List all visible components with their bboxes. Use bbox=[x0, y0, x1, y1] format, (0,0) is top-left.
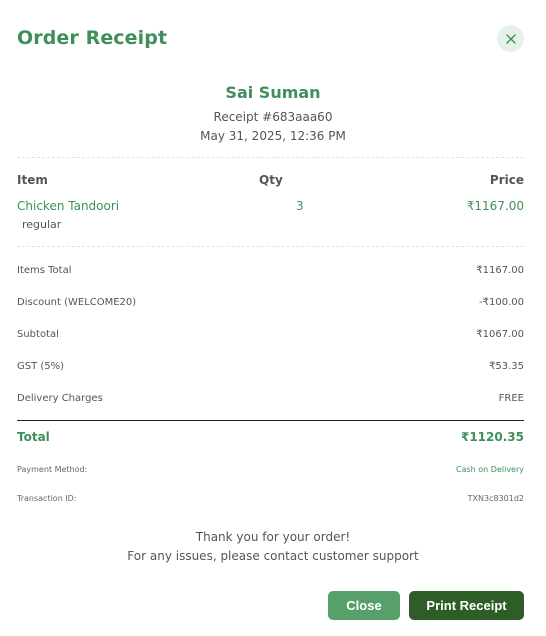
thank-you-message: Thank you for your order! bbox=[195, 530, 351, 544]
print-receipt-button[interactable]: Print Receipt bbox=[409, 591, 524, 620]
gst-label: GST (5%) bbox=[17, 361, 65, 372]
discount-label: Discount (WELCOME20) bbox=[17, 297, 137, 308]
total-value: ₹1120.35 bbox=[460, 430, 524, 444]
item-quantity: 3 bbox=[296, 199, 304, 213]
close-button[interactable]: Close bbox=[328, 591, 400, 620]
delivery-charges-value: FREE bbox=[498, 393, 524, 404]
subtotal-value: ₹1067.00 bbox=[476, 329, 524, 340]
subtotal-label: Subtotal bbox=[17, 329, 59, 340]
receipt-date: May 31, 2025, 12:36 PM bbox=[200, 129, 346, 143]
x-icon bbox=[505, 33, 516, 44]
receipt-number: Receipt #683aaa60 bbox=[213, 110, 333, 124]
support-message: For any issues, please contact customer … bbox=[127, 549, 419, 563]
item-name: Chicken Tandoori bbox=[17, 199, 120, 213]
divider bbox=[17, 246, 524, 247]
customer-name: Sai Suman bbox=[225, 83, 321, 102]
item-price: ₹1167.00 bbox=[466, 199, 524, 213]
transaction-id-value: TXN3c8301d2 bbox=[467, 494, 524, 503]
delivery-charges-label: Delivery Charges bbox=[17, 393, 103, 404]
transaction-id-label: Transaction ID: bbox=[17, 494, 77, 503]
column-header-item: Item bbox=[17, 173, 48, 187]
payment-method-value: Cash on Delivery bbox=[456, 465, 524, 474]
items-total-label: Items Total bbox=[17, 265, 72, 276]
divider bbox=[17, 157, 524, 158]
total-label: Total bbox=[17, 430, 50, 444]
modal-title: Order Receipt bbox=[17, 27, 168, 49]
close-icon[interactable] bbox=[497, 25, 524, 52]
total-divider bbox=[17, 420, 524, 421]
payment-method-label: Payment Method: bbox=[17, 465, 88, 474]
item-variant: regular bbox=[22, 218, 62, 231]
items-total-value: ₹1167.00 bbox=[476, 265, 524, 276]
discount-value: -₹100.00 bbox=[479, 297, 524, 308]
gst-value: ₹53.35 bbox=[489, 361, 524, 372]
column-header-qty: Qty bbox=[259, 173, 283, 187]
column-header-price: Price bbox=[489, 173, 524, 187]
receipt-modal: Order Receipt Sai Suman Receipt #683aaa6… bbox=[0, 0, 546, 636]
